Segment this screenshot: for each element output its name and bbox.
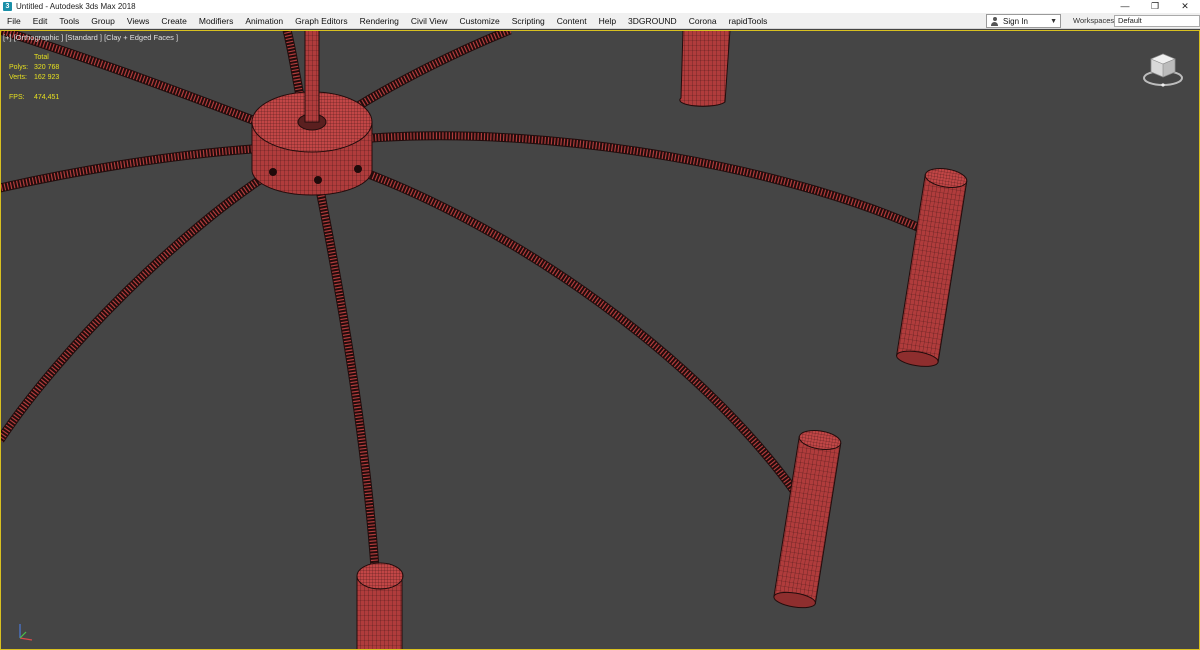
candle-bottom	[356, 562, 404, 650]
perspective-viewport[interactable]: [+] [Orthographic ] [Standard ] [Clay + …	[0, 30, 1200, 650]
stats-verts-value: 162 923	[34, 74, 60, 81]
sign-in-label: Sign In	[1003, 16, 1028, 26]
menu-create[interactable]: Create	[155, 13, 193, 29]
sign-in-dropdown[interactable]: Sign In ▼	[986, 14, 1061, 28]
chevron-down-icon: ▼	[1050, 17, 1057, 25]
candle-right	[896, 168, 968, 367]
menu-modifiers[interactable]: Modifiers	[193, 13, 239, 29]
menu-corona[interactable]: Corona	[683, 13, 723, 29]
arm-lower-right	[356, 165, 799, 495]
window-title: Untitled - Autodesk 3ds Max 2018	[16, 2, 136, 11]
app-icon: 3	[3, 2, 12, 11]
arm-left	[0, 144, 253, 193]
menu-help[interactable]: Help	[593, 13, 622, 29]
workspaces-label: Workspaces:	[1073, 16, 1117, 25]
menu-views[interactable]: Views	[121, 13, 156, 29]
user-icon	[990, 16, 999, 26]
scene-render[interactable]	[0, 30, 1200, 650]
restore-button[interactable]: ❐	[1140, 0, 1170, 13]
chandelier-hub	[251, 30, 373, 196]
menu-bar: File Edit Tools Group Views Create Modif…	[0, 13, 1200, 29]
viewport-label[interactable]: [+] [Orthographic ] [Standard ] [Clay + …	[3, 33, 178, 42]
menu-file[interactable]: File	[0, 13, 27, 29]
candle-top	[679, 30, 731, 107]
minimize-button[interactable]: —	[1110, 0, 1140, 13]
stats-fps-row: FPS: 474,451	[9, 93, 59, 103]
window-controls: — ❐ ✕	[1110, 0, 1200, 13]
statistics-overlay: Total Polys: 320 768 Verts: 162 923 FPS:…	[9, 53, 59, 103]
viewcube-icon[interactable]	[1141, 50, 1185, 90]
menu-civil-view[interactable]: Civil View	[405, 13, 454, 29]
arm-lower-left	[0, 166, 278, 443]
stats-fps-label: FPS:	[9, 94, 25, 101]
menu-rendering[interactable]: Rendering	[354, 13, 405, 29]
title-bar: 3 Untitled - Autodesk 3ds Max 2018 — ❐ ✕	[0, 0, 1200, 13]
workspaces-select[interactable]: Default	[1114, 15, 1200, 27]
stats-polys-value: 320 768	[34, 64, 60, 71]
menu-rapidtools[interactable]: rapidTools	[723, 13, 774, 29]
stats-fps-value: 474,451	[34, 94, 60, 101]
menu-content[interactable]: Content	[551, 13, 593, 29]
menu-edit[interactable]: Edit	[27, 13, 54, 29]
menu-group[interactable]: Group	[85, 13, 121, 29]
menu-tools[interactable]: Tools	[53, 13, 85, 29]
stats-verts-row: Verts: 162 923	[9, 73, 59, 83]
candle-lower-right	[773, 430, 842, 609]
stats-total-label: Total	[34, 54, 49, 61]
stats-polys-row: Polys: 320 768	[9, 63, 59, 73]
menu-3dground[interactable]: 3DGROUND	[622, 13, 683, 29]
stats-verts-label: Verts:	[9, 74, 27, 81]
menu-animation[interactable]: Animation	[239, 13, 289, 29]
close-button[interactable]: ✕	[1170, 0, 1200, 13]
menu-graph-editors[interactable]: Graph Editors	[289, 13, 353, 29]
stats-polys-label: Polys:	[9, 64, 29, 71]
axis-tripod-icon	[19, 624, 33, 641]
menu-customize[interactable]: Customize	[454, 13, 506, 29]
menu-scripting[interactable]: Scripting	[506, 13, 551, 29]
